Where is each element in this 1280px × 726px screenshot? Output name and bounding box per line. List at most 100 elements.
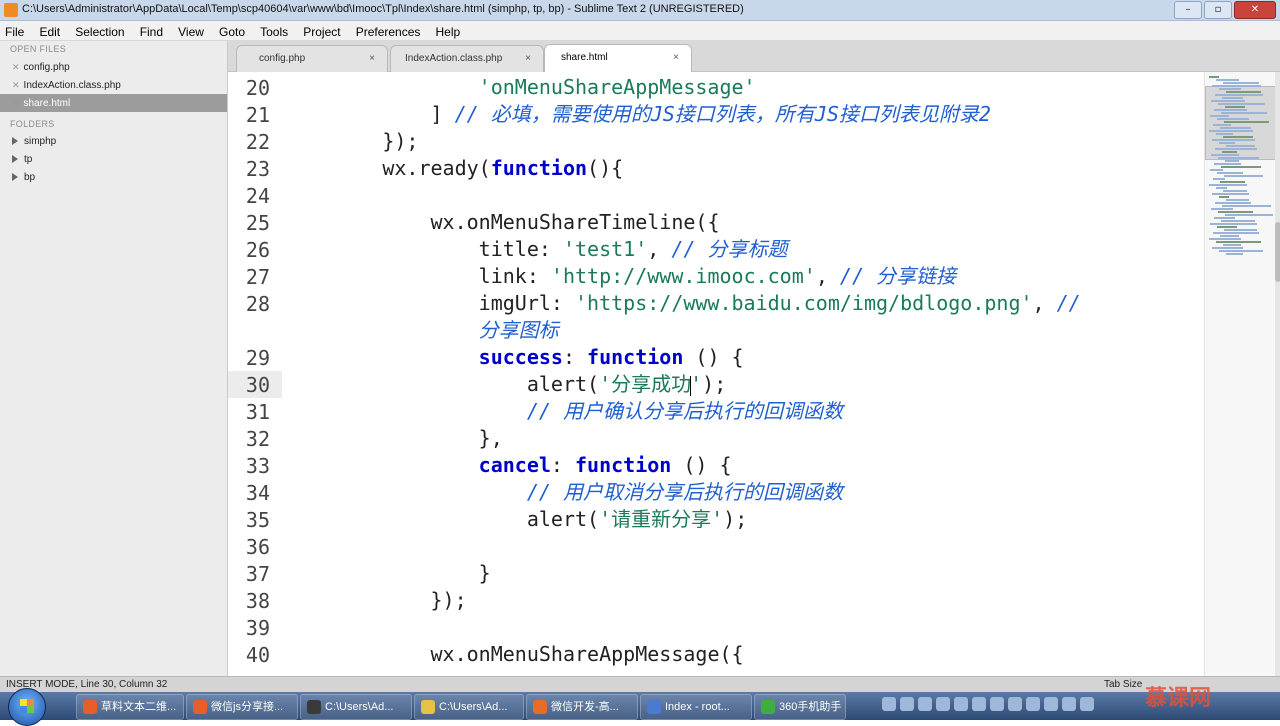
minimap-line (1226, 199, 1249, 201)
folder-simphp[interactable]: simphp (0, 133, 227, 151)
minimap-line (1223, 190, 1247, 192)
vertical-scrollbar[interactable] (1275, 72, 1280, 676)
tray-icon[interactable] (1008, 697, 1022, 711)
taskbar-item-label: C:\Users\Ad... (325, 701, 394, 713)
code-editor[interactable]: 20 21 22 23 24 25 26 27 28 29 30 31 32 33 34 35 36 37 38 39… (228, 72, 1204, 676)
system-tray (882, 697, 1098, 711)
tray-icon[interactable] (918, 697, 932, 711)
minimize-button[interactable]: – (1174, 1, 1202, 19)
open-file-share[interactable]: ✕ share.html (0, 94, 227, 112)
code-token: , (815, 264, 840, 288)
minimap-line (1210, 223, 1257, 225)
code-line: imgUrl: 'https://www.baidu.com/img/bdlog… (286, 290, 1081, 317)
status-tab-size[interactable]: Tab Size (1104, 679, 1142, 690)
taskbar-item-label: C:\Users\Ad... (439, 701, 508, 713)
minimap-line (1209, 76, 1219, 78)
menu-goto[interactable]: Goto (214, 23, 250, 39)
tray-icon[interactable] (1044, 697, 1058, 711)
expand-arrow-icon[interactable] (12, 137, 18, 146)
folder-bp[interactable]: bp (0, 169, 227, 187)
taskbar-app-icon (83, 700, 97, 715)
line-number: 39 (245, 616, 270, 640)
tab-close-icon[interactable]: × (369, 46, 375, 72)
minimap-line (1216, 133, 1233, 135)
taskbar-item[interactable]: 草料文本二维... (76, 694, 184, 720)
line-number: 28 (245, 292, 270, 316)
menu-edit[interactable]: Edit (34, 23, 65, 39)
folder-tp[interactable]: tp (0, 151, 227, 169)
minimap-line (1217, 172, 1243, 174)
taskbar-item[interactable]: 360手机助手 (754, 694, 846, 720)
code-line: success: function () { (286, 344, 744, 371)
minimap-line (1217, 226, 1237, 228)
code-token: ); (723, 507, 748, 531)
line-number: 36 (245, 535, 270, 559)
menu-tools[interactable]: Tools (255, 23, 293, 39)
tab-share-html[interactable]: share.html × (544, 44, 692, 73)
minimap-line (1214, 109, 1247, 111)
tray-icon[interactable] (972, 697, 986, 711)
minimap-line (1216, 79, 1239, 81)
tray-icon[interactable] (1026, 697, 1040, 711)
expand-arrow-icon[interactable] (12, 173, 18, 182)
expand-arrow-icon[interactable] (12, 155, 18, 164)
tray-icon[interactable] (900, 697, 914, 711)
tab-label: IndexAction.class.php (405, 53, 503, 64)
tray-icon[interactable] (954, 697, 968, 711)
tray-icon[interactable] (990, 697, 1004, 711)
windows-taskbar: 草料文本二维... 微信js分享接... C:\Users\Ad... C:\User… (0, 688, 1280, 726)
taskbar-item[interactable]: C:\Users\Ad... (300, 694, 412, 720)
minimap-line (1224, 175, 1263, 177)
menu-help[interactable]: Help (430, 23, 465, 39)
tab-indexaction[interactable]: IndexAction.class.php × (390, 45, 544, 72)
line-number: 32 (245, 427, 270, 451)
taskbar-item[interactable]: C:\Users\Ad... (414, 694, 524, 720)
minimap[interactable] (1204, 72, 1280, 676)
code-area[interactable]: 'onMenuShareAppMessage' ] // 必填，需要使用的JS接… (286, 72, 1196, 676)
menu-selection[interactable]: Selection (70, 23, 129, 39)
minimap-line (1216, 187, 1227, 189)
maximize-button[interactable]: ▫ (1204, 1, 1232, 19)
code-string: 'onMenuShareAppMessage' (478, 75, 756, 99)
title-bar: C:\Users\Administrator\AppData\Local\Tem… (0, 0, 1280, 21)
sublime-app-icon (4, 3, 18, 17)
code-token: title: (478, 237, 563, 261)
code-line: }, (286, 425, 503, 452)
menu-view[interactable]: View (173, 23, 209, 39)
tab-close-icon[interactable]: × (525, 46, 531, 72)
close-file-icon[interactable]: ✕ (12, 98, 20, 108)
minimap-line (1209, 238, 1241, 240)
tray-icon[interactable] (1080, 697, 1094, 711)
line-number: 22 (245, 130, 270, 154)
close-file-icon[interactable]: ✕ (12, 62, 20, 72)
menu-preferences[interactable]: Preferences (351, 23, 426, 39)
open-file-indexaction[interactable]: ✕ IndexAction.class.php (0, 76, 227, 94)
code-line: alert('分享成功'); (286, 371, 726, 398)
line-number: 20 (245, 76, 270, 100)
tab-close-icon[interactable]: × (673, 45, 679, 71)
tray-icon[interactable] (936, 697, 950, 711)
start-button[interactable] (8, 688, 46, 726)
tab-config[interactable]: config.php × (236, 45, 388, 72)
menu-file[interactable]: File (0, 23, 29, 39)
minimap-line (1219, 142, 1235, 144)
taskbar-item[interactable]: 微信开发-高... (526, 694, 638, 720)
open-file-config[interactable]: ✕ config.php (0, 58, 227, 76)
close-file-icon[interactable]: ✕ (12, 80, 20, 90)
line-number: 38 (245, 589, 270, 613)
menu-project[interactable]: Project (298, 23, 345, 39)
minimap-line (1223, 244, 1241, 246)
line-number: 40 (245, 643, 270, 667)
taskbar-item-label: 360手机助手 (779, 701, 842, 713)
code-string: '分享成功 (599, 372, 692, 396)
taskbar-item[interactable]: Index - root... (640, 694, 752, 720)
close-window-button[interactable]: ✕ (1234, 1, 1276, 19)
code-keyword: cancel (478, 453, 551, 477)
tray-icon[interactable] (1062, 697, 1076, 711)
code-comment: // 分享链接 (839, 264, 957, 288)
scrollbar-thumb[interactable] (1275, 222, 1280, 282)
tray-icon[interactable] (882, 697, 896, 711)
menu-find[interactable]: Find (135, 23, 168, 39)
code-line: wx.ready(function(){ (286, 155, 623, 182)
taskbar-item[interactable]: 微信js分享接... (186, 694, 298, 720)
